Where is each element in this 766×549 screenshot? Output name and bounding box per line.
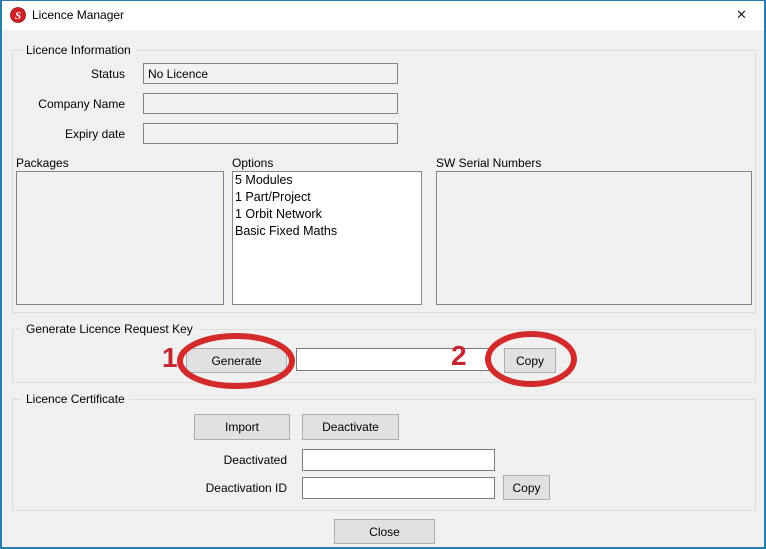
list-item[interactable]: 1 Orbit Network bbox=[233, 206, 421, 223]
import-button-label: Import bbox=[225, 420, 259, 434]
generate-button[interactable]: Generate bbox=[186, 348, 287, 373]
list-item[interactable]: 1 Part/Project bbox=[233, 189, 421, 206]
sw-serial-numbers-listbox[interactable] bbox=[436, 171, 752, 305]
deactivation-id-field[interactable] bbox=[302, 477, 495, 499]
copy-deactivation-id-label: Copy bbox=[512, 481, 540, 495]
close-icon: ✕ bbox=[736, 7, 747, 23]
close-button-label: Close bbox=[369, 525, 400, 539]
app-logo-icon: S bbox=[10, 7, 26, 23]
deactivate-button-label: Deactivate bbox=[322, 420, 379, 434]
close-window-button[interactable]: ✕ bbox=[719, 1, 764, 29]
options-label: Options bbox=[232, 156, 273, 170]
status-label: Status bbox=[22, 67, 125, 81]
options-listbox[interactable]: 5 Modules 1 Part/Project 1 Orbit Network… bbox=[232, 171, 422, 305]
generate-button-label: Generate bbox=[211, 354, 261, 368]
list-item[interactable]: 5 Modules bbox=[233, 172, 421, 189]
deactivated-label: Deactivated bbox=[182, 453, 287, 467]
licence-certificate-legend: Licence Certificate bbox=[21, 392, 130, 406]
window-title: Licence Manager bbox=[32, 8, 124, 22]
expiry-date-label: Expiry date bbox=[22, 127, 125, 141]
sw-serial-numbers-label: SW Serial Numbers bbox=[436, 156, 541, 170]
licence-information-legend: Licence Information bbox=[21, 43, 136, 57]
company-name-label: Company Name bbox=[22, 97, 125, 111]
import-button[interactable]: Import bbox=[194, 414, 290, 440]
expiry-date-field[interactable] bbox=[143, 123, 398, 144]
deactivated-field[interactable] bbox=[302, 449, 495, 471]
licence-manager-dialog: S Licence Manager ✕ Licence Information … bbox=[0, 0, 766, 549]
copy-request-key-button[interactable]: Copy bbox=[504, 348, 556, 373]
close-button[interactable]: Close bbox=[334, 519, 435, 544]
deactivate-button[interactable]: Deactivate bbox=[302, 414, 399, 440]
svg-text:S: S bbox=[15, 10, 21, 22]
generate-request-key-legend: Generate Licence Request Key bbox=[21, 322, 198, 336]
packages-listbox[interactable] bbox=[16, 171, 224, 305]
list-item[interactable]: Basic Fixed Maths bbox=[233, 223, 421, 240]
deactivation-id-label: Deactivation ID bbox=[182, 481, 287, 495]
status-field[interactable] bbox=[143, 63, 398, 84]
annotation-number-2: 2 bbox=[451, 342, 467, 370]
copy-request-key-label: Copy bbox=[516, 354, 544, 368]
copy-deactivation-id-button[interactable]: Copy bbox=[503, 475, 550, 500]
title-bar: S Licence Manager ✕ bbox=[2, 1, 764, 30]
annotation-number-1: 1 bbox=[162, 344, 178, 372]
company-name-field[interactable] bbox=[143, 93, 398, 114]
packages-label: Packages bbox=[16, 156, 69, 170]
